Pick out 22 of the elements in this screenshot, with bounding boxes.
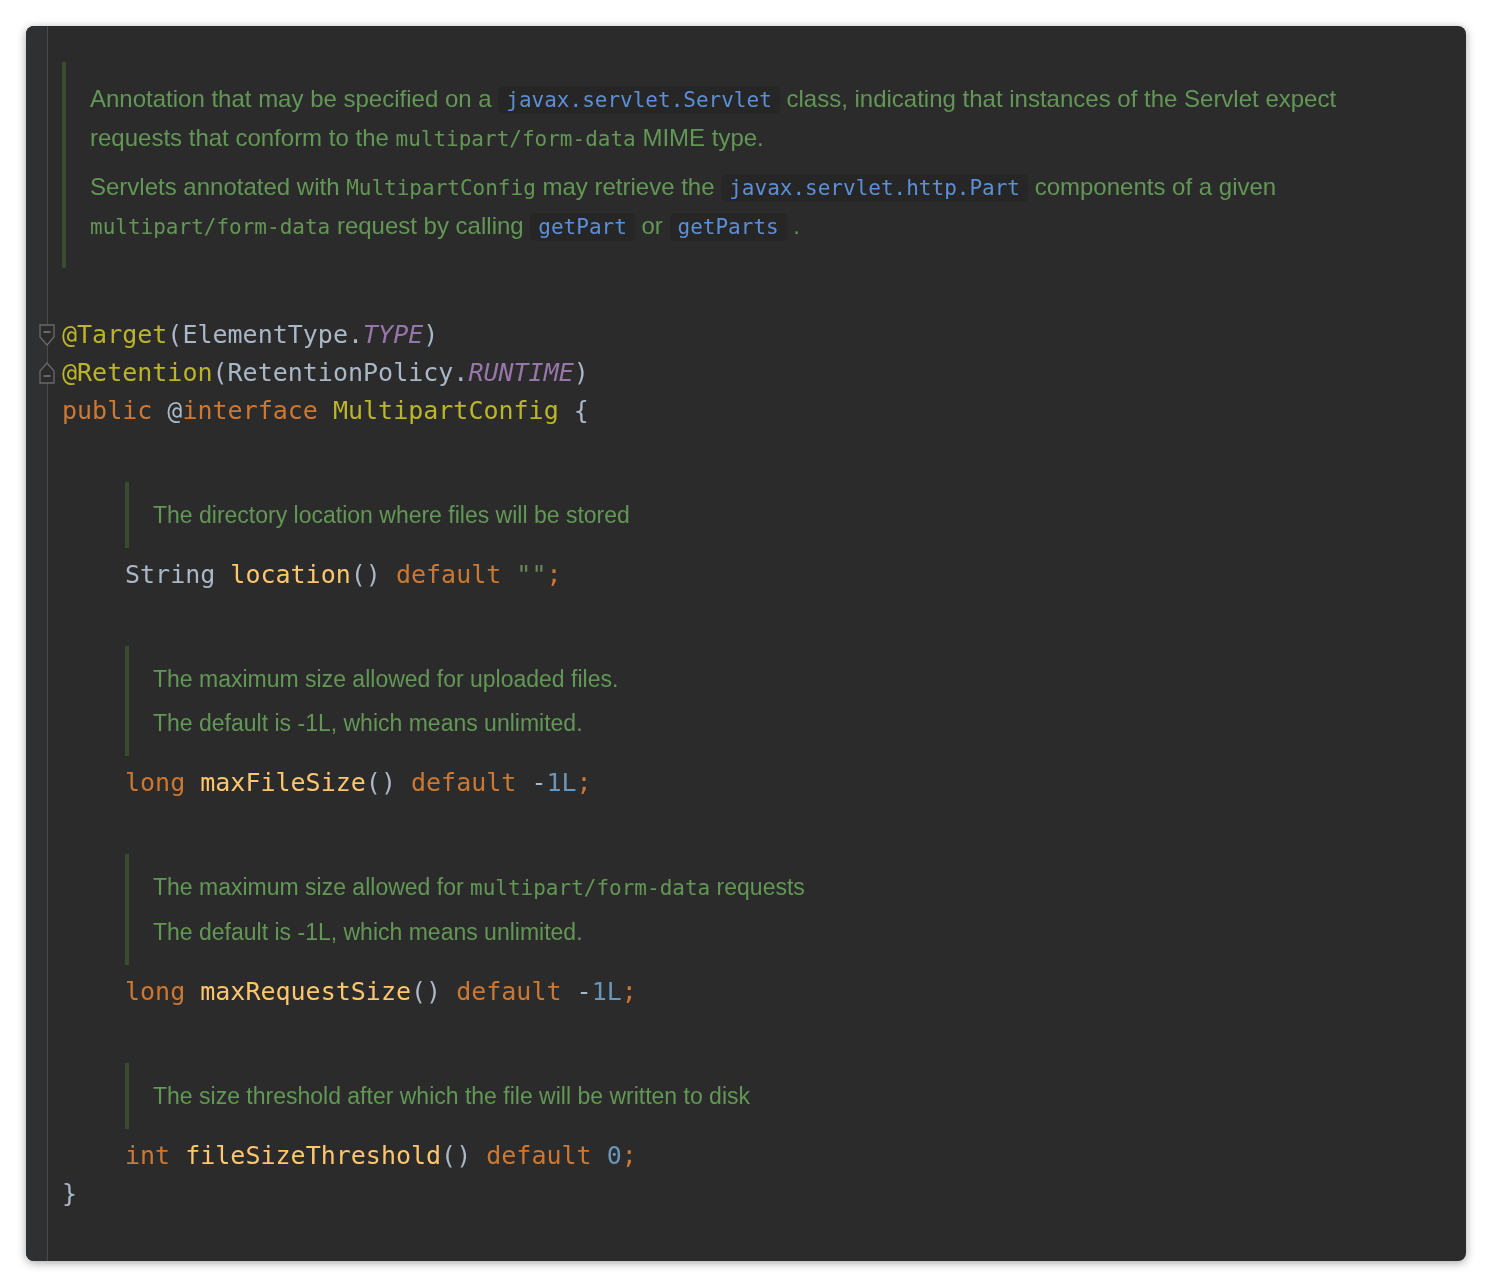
code-line: public @interface MultipartConfig { bbox=[62, 395, 590, 427]
doc-paragraph: The default is -1L, which means unlimited. bbox=[153, 709, 584, 738]
code-line: long maxFileSize() default -1L; bbox=[125, 767, 593, 799]
doc-paragraph: The maximum size allowed for uploaded files. bbox=[153, 665, 620, 694]
code-link[interactable]: javax.servlet.Servlet bbox=[498, 86, 780, 114]
fold-end-icon[interactable] bbox=[39, 362, 55, 384]
doc-paragraph: Annotation that may be specified on a javax.servlet.Servlet class, indicating that instances of the Servlet expect requests that conform to the multipart/form-data MIME type. bbox=[90, 84, 1338, 153]
doc-paragraph: The size threshold after which the file will be written to disk bbox=[153, 1082, 751, 1111]
code-line: String location() default ""; bbox=[125, 559, 563, 591]
doc-paragraph: The directory location where files will be stored bbox=[153, 501, 631, 530]
code-link[interactable]: javax.servlet.http.Part bbox=[721, 174, 1028, 202]
code-line: } bbox=[62, 1178, 79, 1210]
code-line: int fileSizeThreshold() default 0; bbox=[125, 1140, 638, 1172]
code-line: @Target(ElementType.TYPE) bbox=[62, 316, 1426, 354]
code-line: @Retention(RetentionPolicy.RUNTIME) bbox=[62, 354, 1426, 392]
doc-paragraph: Servlets annotated with MultipartConfig may retrieve the javax.servlet.http.Part components of a given multipart/form-data request by calling getPart or getParts . bbox=[90, 172, 1278, 243]
code-line: long maxRequestSize() default -1L; bbox=[125, 976, 638, 1008]
code-link[interactable]: getParts bbox=[669, 213, 787, 241]
doc-paragraph: The maximum size allowed for multipart/form-data requests bbox=[153, 873, 806, 902]
fold-start-icon[interactable] bbox=[39, 324, 55, 346]
doc-paragraph: The default is -1L, which means unlimited. bbox=[153, 918, 584, 947]
code-link[interactable]: getPart bbox=[530, 213, 635, 241]
